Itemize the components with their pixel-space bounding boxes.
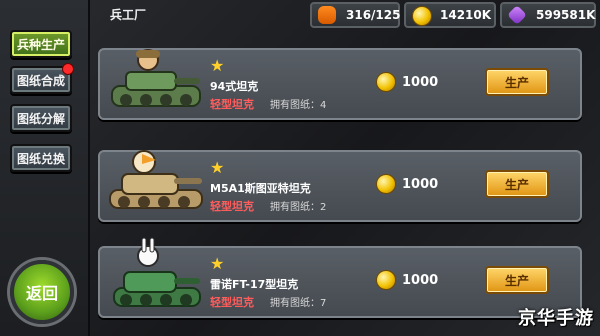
- tank-type: 轻型坦克: [210, 200, 254, 213]
- tank-name: 雷诺FT-17型坦克: [210, 278, 299, 291]
- tank-name: M5A1斯图亚特坦克: [210, 182, 311, 195]
- coin-icon: [376, 270, 396, 290]
- back-button-label: 返回: [25, 284, 58, 303]
- cost-value: 1000: [402, 176, 439, 192]
- produce-button-label: 生产: [504, 273, 529, 288]
- fuel-value: 316/125: [346, 8, 401, 22]
- sidebar-item-blueprint-exchange[interactable]: 图纸兑换: [10, 144, 72, 172]
- sidebar-item-blueprint-synthesis[interactable]: 图纸合成: [10, 63, 74, 94]
- cost-value: 1000: [402, 74, 439, 90]
- coin-icon: [376, 174, 396, 194]
- tank-image: [113, 237, 201, 307]
- tank-card: ★ 94式坦克 轻型坦克 拥有图纸：4 1000 生产: [98, 48, 582, 120]
- star-icon: ★: [210, 158, 225, 177]
- star-icon: ★: [210, 254, 225, 273]
- gold-value: 14210K: [440, 8, 492, 22]
- sidebar-item-label: 图纸兑换: [16, 151, 65, 166]
- diamond-resource[interactable]: 599581K: [500, 2, 596, 28]
- blueprint-count: 拥有图纸：4: [270, 100, 327, 111]
- blueprint-count: 拥有图纸：7: [270, 298, 327, 309]
- cost: 1000: [376, 174, 438, 194]
- tank-type: 轻型坦克: [210, 296, 254, 309]
- coin-icon: [376, 72, 396, 92]
- star-icon: ★: [210, 56, 225, 75]
- back-button[interactable]: 返回: [10, 260, 74, 324]
- watermark: 京华手游: [518, 308, 594, 329]
- gold-resource[interactable]: 14210K: [404, 2, 496, 28]
- produce-button[interactable]: 生产: [485, 266, 549, 294]
- diamond-value: 599581K: [536, 8, 596, 22]
- notification-dot: [62, 63, 74, 75]
- produce-button-label: 生产: [504, 75, 529, 90]
- carrot-icon: [318, 6, 336, 24]
- tank-card: ★ 雷诺FT-17型坦克 轻型坦克 拥有图纸：7 1000 生产: [98, 237, 582, 318]
- sidebar-item-label: 图纸分解: [16, 111, 65, 126]
- tank-type: 轻型坦克: [210, 98, 254, 111]
- tank-image: [111, 49, 201, 107]
- produce-button[interactable]: 生产: [485, 170, 549, 198]
- sidebar-item-unit-production[interactable]: 兵种生产: [10, 30, 72, 58]
- tank-card: ★ M5A1斯图亚特坦克 轻型坦克 拥有图纸：2 1000 生产: [98, 150, 582, 222]
- tank-image: [109, 150, 203, 209]
- gem-icon: [507, 5, 527, 25]
- cost-value: 1000: [402, 272, 439, 288]
- sidebar-item-label: 图纸合成: [16, 73, 65, 88]
- page-title: 兵工厂: [110, 8, 147, 22]
- sidebar-item-label: 兵种生产: [16, 37, 65, 52]
- produce-button-label: 生产: [504, 177, 529, 192]
- coin-icon: [412, 6, 432, 26]
- cost: 1000: [376, 270, 438, 290]
- fuel-resource[interactable]: 316/125: [310, 2, 400, 28]
- sidebar: 兵种生产 图纸合成 图纸分解 图纸兑换 返回: [0, 0, 90, 336]
- cost: 1000: [376, 72, 438, 92]
- tank-name: 94式坦克: [210, 80, 259, 93]
- sidebar-item-blueprint-decompose[interactable]: 图纸分解: [10, 104, 72, 132]
- produce-button[interactable]: 生产: [485, 68, 549, 96]
- blueprint-count: 拥有图纸：2: [270, 202, 327, 213]
